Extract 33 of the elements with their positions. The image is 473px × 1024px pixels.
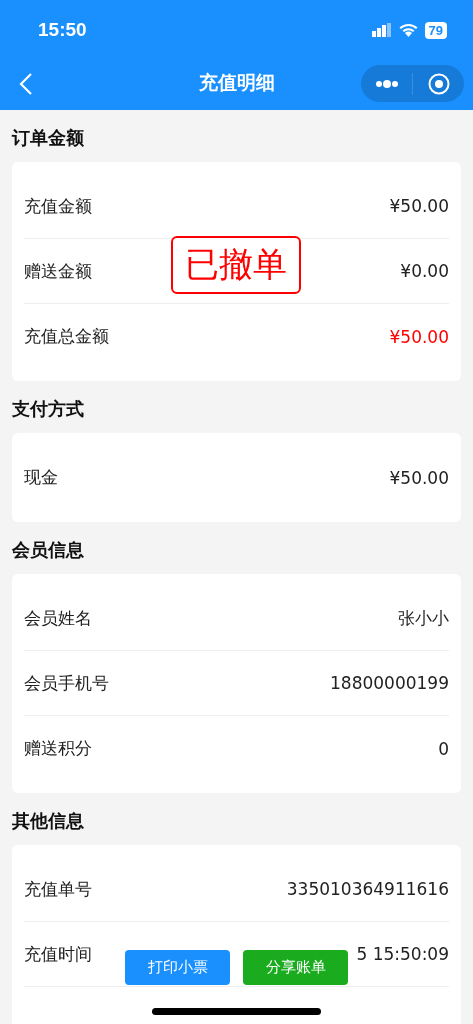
section-title: 其他信息 xyxy=(11,809,85,833)
row-label: 充值总金额 xyxy=(24,325,109,348)
row-label: 赠送金额 xyxy=(24,259,92,283)
wifi-icon xyxy=(398,23,418,37)
row-label: 现金 xyxy=(24,466,58,489)
close-icon[interactable] xyxy=(427,72,450,95)
signal-icon xyxy=(371,23,392,37)
row-value: 张小小 xyxy=(398,606,449,630)
row-label: 充值单号 xyxy=(24,877,92,901)
row-value: ¥0.00 xyxy=(400,261,449,281)
section-title: 订单金额 xyxy=(10,126,85,150)
battery-level: 79 xyxy=(424,21,447,39)
section-title: 支付方式 xyxy=(11,397,85,421)
print-button[interactable]: 打印小票 xyxy=(125,950,230,985)
more-icon[interactable] xyxy=(374,79,399,88)
row-label: 会员手机号 xyxy=(24,671,109,695)
row-value: 5 15:50:09 xyxy=(356,944,449,964)
page-title: 充值明细 xyxy=(198,70,275,95)
section-title: 会员信息 xyxy=(11,538,85,562)
status-time: 15:50 xyxy=(38,19,87,41)
row-value: 335010364911616 xyxy=(286,879,449,899)
share-button[interactable]: 分享账单 xyxy=(243,950,348,985)
row-label: 充值时间 xyxy=(24,942,92,966)
back-icon[interactable] xyxy=(18,72,34,96)
row-value: 0 xyxy=(438,738,449,759)
row-value: 18800000199 xyxy=(330,673,449,693)
row-value: ¥50.00 xyxy=(389,196,449,216)
row-label: 会员姓名 xyxy=(24,606,92,630)
row-label: 充值金额 xyxy=(24,194,92,218)
row-value: ¥50.00 xyxy=(389,467,449,488)
row-value: ¥50.00 xyxy=(389,326,449,347)
row-label: 赠送积分 xyxy=(24,737,92,760)
cancelled-stamp: 已撤单 xyxy=(171,236,301,294)
